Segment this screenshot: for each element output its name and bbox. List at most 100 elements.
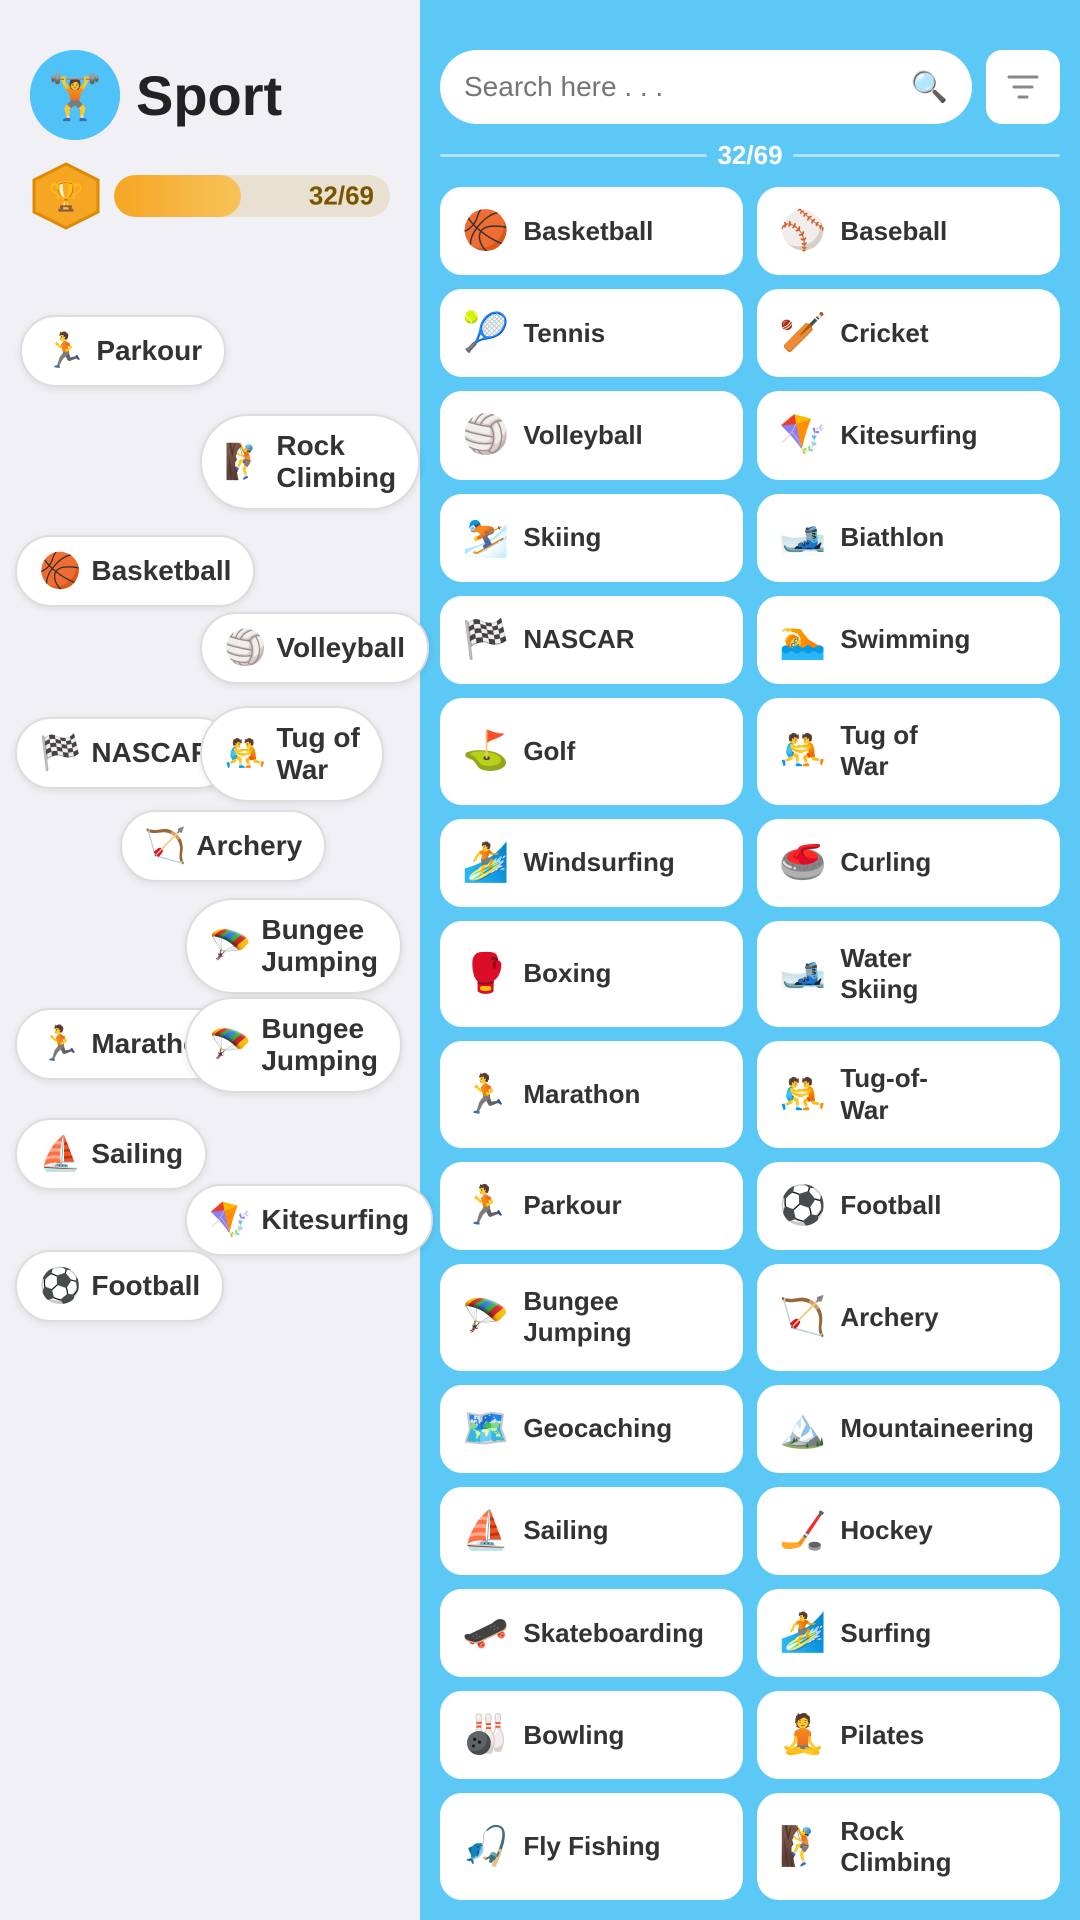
grid-item-tug-of-war[interactable]: 🤼Tug of War bbox=[757, 698, 1060, 805]
grid-item-parkour[interactable]: 🏃 Parkour bbox=[440, 1162, 743, 1250]
grid-item-baseball[interactable]: ⚾Baseball bbox=[757, 187, 1060, 275]
node-label-bungee-jumping-2: Bungee Jumping bbox=[261, 1013, 378, 1077]
grid-label-bungee-jumping: Bungee Jumping bbox=[523, 1286, 631, 1348]
grid-icon-hockey: 🏒 bbox=[779, 1509, 826, 1553]
grid-icon-pilates: 🧘 bbox=[779, 1713, 826, 1757]
progress-section: 🏆 32/69 bbox=[0, 160, 420, 262]
grid-label-kitesurfing: Kitesurfing bbox=[840, 420, 977, 451]
grid-item-skateboarding[interactable]: 🛹 Skateboarding bbox=[440, 1589, 743, 1677]
grid-icon-curling: 🥌 bbox=[779, 841, 826, 885]
grid-label-swimming: Swimming bbox=[840, 624, 970, 655]
grid-item-hockey[interactable]: 🏒 Hockey bbox=[757, 1487, 1060, 1575]
mindmap-node-volleyball[interactable]: 🏐Volleyball bbox=[200, 612, 429, 684]
progress-bar: 32/69 bbox=[114, 175, 390, 217]
mindmap-node-parkour[interactable]: 🏃Parkour bbox=[20, 315, 226, 387]
grid-label-pilates: Pilates bbox=[840, 1720, 924, 1751]
grid-item-swimming[interactable]: 🏊 Swimming bbox=[757, 596, 1060, 684]
mindmap-node-tug-of-war[interactable]: 🤼Tug of War bbox=[200, 706, 384, 802]
node-icon-archery: 🏹 bbox=[144, 826, 186, 866]
grid-icon-windsurfing: 🏄 bbox=[462, 841, 509, 885]
node-icon-rock-climbing: 🧗 bbox=[224, 442, 266, 482]
node-icon-kitesurfing: 🪁 bbox=[209, 1200, 251, 1240]
progress-fill bbox=[114, 175, 241, 217]
grid-label-tennis: Tennis bbox=[523, 318, 605, 349]
grid-item-sailing[interactable]: ⛵ Sailing bbox=[440, 1487, 743, 1575]
grid-item-fly-fishing[interactable]: 🎣Fly Fishing bbox=[440, 1793, 743, 1900]
node-icon-basketball: 🏀 bbox=[39, 551, 81, 591]
search-icon: 🔍 bbox=[911, 70, 948, 105]
grid-item-boxing[interactable]: 🥊Boxing bbox=[440, 921, 743, 1028]
search-input[interactable] bbox=[464, 71, 899, 103]
hex-badge: 🏆 bbox=[30, 160, 102, 232]
prog-line-right bbox=[793, 154, 1060, 157]
grid-icon-tug-of-war-2: 🤼 bbox=[779, 1073, 826, 1117]
grid-item-nascar[interactable]: 🏁NASCAR bbox=[440, 596, 743, 684]
node-icon-marathon: 🏃 bbox=[39, 1024, 81, 1064]
grid-item-tennis[interactable]: 🎾 Tennis bbox=[440, 289, 743, 377]
mindmap-node-bungee-jumping-1[interactable]: 🪂Bungee Jumping bbox=[185, 898, 402, 994]
grid-label-marathon: Marathon bbox=[523, 1079, 640, 1110]
grid-item-surfing[interactable]: 🏄Surfing bbox=[757, 1589, 1060, 1677]
grid-label-geocaching: Geocaching bbox=[523, 1413, 672, 1444]
grid-icon-tennis: 🎾 bbox=[462, 311, 509, 355]
grid-item-rock-climbing[interactable]: 🧗Rock Climbing bbox=[757, 1793, 1060, 1900]
grid-label-skateboarding: Skateboarding bbox=[523, 1618, 704, 1649]
grid-label-cricket: Cricket bbox=[840, 318, 928, 349]
grid-label-parkour: Parkour bbox=[523, 1190, 621, 1221]
grid-label-hockey: Hockey bbox=[840, 1515, 933, 1546]
grid-item-basketball[interactable]: 🏀Basketball bbox=[440, 187, 743, 275]
node-label-tug-of-war: Tug of War bbox=[276, 722, 359, 786]
grid-item-water-skiing[interactable]: 🎿Water Skiing bbox=[757, 921, 1060, 1028]
grid-label-archery: Archery bbox=[840, 1302, 938, 1333]
mindmap-node-bungee-jumping-2[interactable]: 🪂Bungee Jumping bbox=[185, 997, 402, 1093]
grid-item-marathon[interactable]: 🏃 Marathon bbox=[440, 1041, 743, 1148]
grid-icon-marathon: 🏃 bbox=[462, 1073, 509, 1117]
grid-label-fly-fishing: Fly Fishing bbox=[523, 1831, 660, 1862]
grid-label-biathlon: Biathlon bbox=[840, 522, 944, 553]
grid-icon-parkour: 🏃 bbox=[462, 1184, 509, 1228]
node-label-volleyball: Volleyball bbox=[276, 632, 405, 664]
grid-item-bungee-jumping[interactable]: 🪂 Bungee Jumping bbox=[440, 1264, 743, 1371]
grid-item-skiing[interactable]: ⛷️Skiing bbox=[440, 494, 743, 582]
grid-item-kitesurfing[interactable]: 🪁Kitesurfing bbox=[757, 391, 1060, 479]
mindmap-node-archery[interactable]: 🏹Archery bbox=[120, 810, 326, 882]
grid-item-cricket[interactable]: 🏏Cricket bbox=[757, 289, 1060, 377]
grid-item-pilates[interactable]: 🧘 Pilates bbox=[757, 1691, 1060, 1779]
grid-icon-skateboarding: 🛹 bbox=[462, 1611, 509, 1655]
mindmap-node-football[interactable]: ⚽Football bbox=[15, 1250, 224, 1322]
grid-item-windsurfing[interactable]: 🏄Windsurfing bbox=[440, 819, 743, 907]
grid-icon-swimming: 🏊 bbox=[779, 618, 826, 662]
filter-button[interactable] bbox=[986, 50, 1060, 124]
grid-icon-geocaching: 🗺️ bbox=[462, 1407, 509, 1451]
mindmap-node-rock-climbing[interactable]: 🧗Rock Climbing bbox=[200, 414, 420, 510]
grid-icon-rock-climbing: 🧗 bbox=[779, 1825, 826, 1869]
grid-item-volleyball[interactable]: 🏐Volleyball bbox=[440, 391, 743, 479]
grid-item-tug-of-war-2[interactable]: 🤼Tug-of- War bbox=[757, 1041, 1060, 1148]
grid-item-archery[interactable]: 🏹Archery bbox=[757, 1264, 1060, 1371]
mindmap-node-kitesurfing[interactable]: 🪁Kitesurfing bbox=[185, 1184, 433, 1256]
grid-label-curling: Curling bbox=[840, 847, 931, 878]
node-icon-nascar: 🏁 bbox=[39, 733, 81, 773]
grid-item-golf[interactable]: ⛳Golf bbox=[440, 698, 743, 805]
node-label-rock-climbing: Rock Climbing bbox=[276, 430, 396, 494]
grid-icon-sailing: ⛵ bbox=[462, 1509, 509, 1553]
hex-icon-inner: 🏆 bbox=[49, 180, 84, 213]
grid-item-biathlon[interactable]: 🎿Biathlon bbox=[757, 494, 1060, 582]
mindmap-node-sailing[interactable]: ⛵Sailing bbox=[15, 1118, 207, 1190]
node-icon-parkour: 🏃 bbox=[44, 331, 86, 371]
grid-item-geocaching[interactable]: 🗺️ Geocaching bbox=[440, 1385, 743, 1473]
grid-item-mountaineering[interactable]: 🏔️Mountaineering bbox=[757, 1385, 1060, 1473]
mindmap-node-basketball[interactable]: 🏀Basketball bbox=[15, 535, 255, 607]
search-box[interactable]: 🔍 bbox=[440, 50, 972, 124]
grid-label-boxing: Boxing bbox=[523, 958, 611, 989]
grid-label-surfing: Surfing bbox=[840, 1618, 931, 1649]
grid-item-football[interactable]: ⚽Football bbox=[757, 1162, 1060, 1250]
grid-icon-tug-of-war: 🤼 bbox=[779, 729, 826, 773]
app-title: Sport bbox=[136, 63, 282, 128]
grid-item-curling[interactable]: 🥌 Curling bbox=[757, 819, 1060, 907]
grid-item-bowling[interactable]: 🎳Bowling bbox=[440, 1691, 743, 1779]
node-label-sailing: Sailing bbox=[91, 1138, 183, 1170]
grid-label-sailing: Sailing bbox=[523, 1515, 608, 1546]
grid-icon-bungee-jumping: 🪂 bbox=[462, 1295, 509, 1339]
grid-icon-mountaineering: 🏔️ bbox=[779, 1407, 826, 1451]
